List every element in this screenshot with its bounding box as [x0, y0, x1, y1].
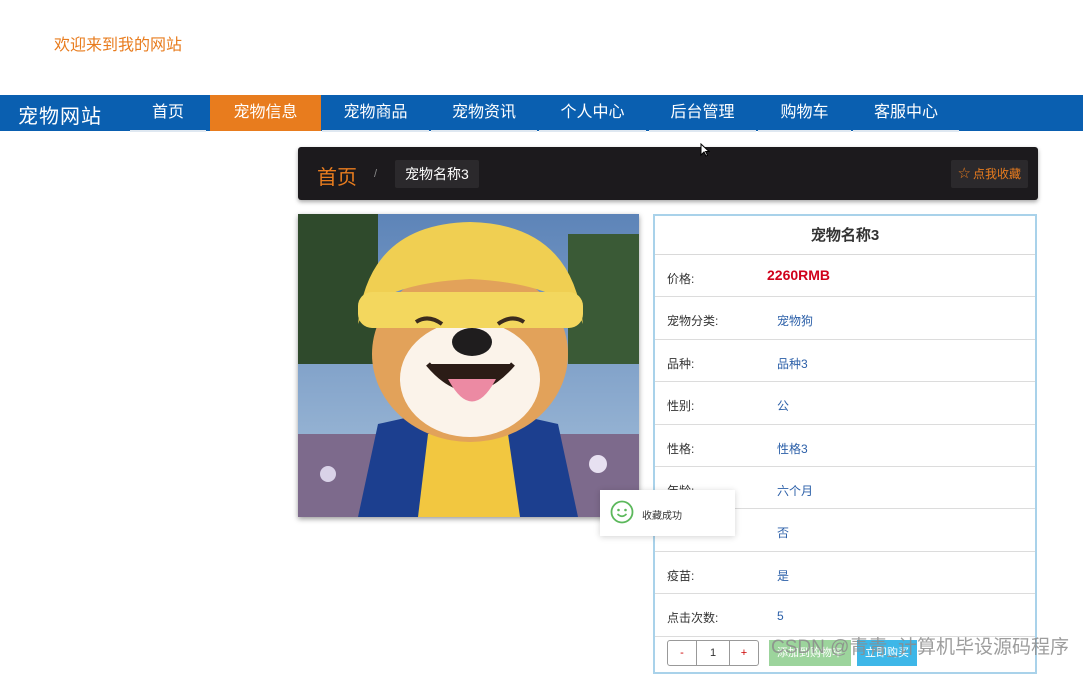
- field-value: 5: [777, 609, 784, 624]
- field-value: 性格3: [777, 441, 808, 456]
- field-value: 六个月: [777, 483, 814, 498]
- welcome-text: 欢迎来到我的网站: [54, 37, 183, 54]
- nav-item-pet-info[interactable]: 宠物信息: [210, 95, 321, 131]
- nav-item-pet-products[interactable]: 宠物商品: [322, 95, 429, 132]
- field-value: 公: [777, 399, 790, 414]
- field-label: 疫苗:: [667, 568, 695, 583]
- price-label: 价格:: [667, 272, 695, 286]
- quantity-stepper: - 1 +: [667, 640, 759, 666]
- field-value: 宠物狗: [777, 314, 814, 329]
- pet-name-title: 宠物名称3: [655, 216, 1035, 255]
- field-label: 性格:: [667, 441, 695, 456]
- mouse-pointer-icon: [700, 143, 710, 157]
- nav-item-home[interactable]: 首页: [130, 95, 206, 132]
- nav-item-admin[interactable]: 后台管理: [649, 95, 756, 132]
- nav-item-cart[interactable]: 购物车: [758, 95, 851, 132]
- field-label: 宠物分类:: [667, 314, 719, 329]
- detail-row-gender: 性别: 公: [655, 382, 1035, 425]
- field-value: 品种3: [777, 356, 808, 371]
- field-label: 点击次数:: [667, 611, 719, 626]
- toast-notification: 收藏成功: [600, 490, 735, 536]
- breadcrumb-current: 宠物名称3: [395, 160, 479, 188]
- detail-row-clicks: 点击次数: 5: [655, 594, 1035, 637]
- site-brand[interactable]: 宠物网站: [18, 100, 102, 129]
- field-value: 是: [777, 568, 790, 583]
- price-row: 价格: 2260RMB: [655, 255, 1035, 298]
- detail-row-temperament: 性格: 性格3: [655, 425, 1035, 467]
- toast-message: 收藏成功: [642, 511, 682, 522]
- breadcrumb-home-link[interactable]: 首页: [317, 161, 357, 190]
- star-icon: ☆: [957, 165, 971, 182]
- watermark-text: CSDN @青青_计算机毕设源码程序: [771, 637, 1069, 658]
- detail-row-vaccine: 疫苗: 是: [655, 552, 1035, 595]
- nav-item-customer-service[interactable]: 客服中心: [853, 95, 959, 132]
- main-navbar: 宠物网站 首页 宠物信息 宠物商品 宠物资讯 个人中心 后台管理 购物车 客服中…: [0, 95, 1083, 132]
- pet-photo: [298, 214, 639, 517]
- decrease-button[interactable]: -: [668, 641, 696, 665]
- quantity-input[interactable]: 1: [696, 641, 730, 665]
- nav-item-pet-news[interactable]: 宠物资讯: [431, 95, 537, 132]
- shiba-dog-image: [298, 214, 639, 517]
- smile-icon: [610, 500, 634, 524]
- nav-item-personal-center[interactable]: 个人中心: [539, 95, 646, 132]
- field-value: 否: [777, 526, 790, 541]
- increase-button[interactable]: +: [730, 641, 758, 665]
- pet-detail-panel: 宠物名称3 价格: 2260RMB 宠物分类: 宠物狗 品种: 品种3 性别: 公 性…: [653, 214, 1037, 674]
- favorite-button[interactable]: ☆ 点我收藏: [950, 160, 1028, 188]
- field-label: 品种:: [667, 356, 695, 371]
- field-label: 性别:: [667, 399, 695, 414]
- breadcrumb-separator: /: [374, 168, 378, 180]
- detail-row-category: 宠物分类: 宠物狗: [655, 297, 1035, 340]
- breadcrumb: 首页 / 宠物名称3 ☆ 点我收藏: [298, 147, 1038, 200]
- favorite-label: 点我收藏: [972, 167, 1021, 181]
- price-value: 2260RMB: [767, 267, 831, 283]
- detail-row-breed: 品种: 品种3: [655, 340, 1035, 383]
